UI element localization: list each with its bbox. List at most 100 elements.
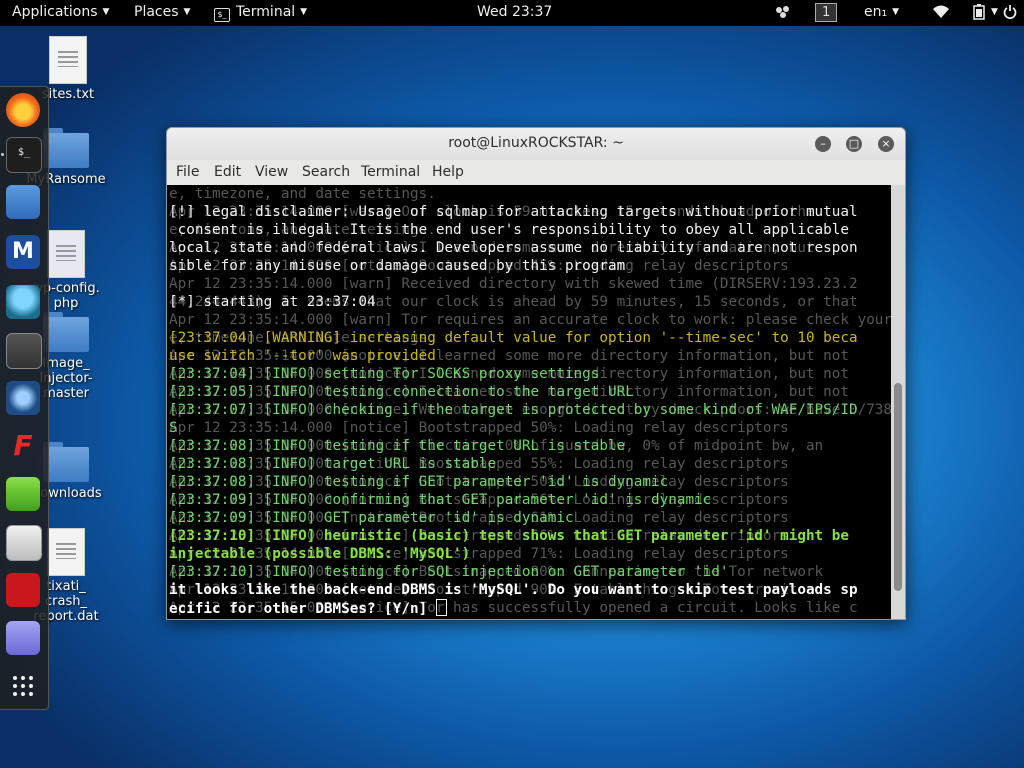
window-titlebar[interactable]: root@LinuxROCKSTAR: ~ – □ × <box>167 128 905 160</box>
folder-icon <box>43 442 89 482</box>
clock[interactable]: Wed 23:37 <box>477 4 552 20</box>
top-panel: Applications ▼ Places ▼ $_ Terminal ▼ Wed 23… <box>0 0 1024 26</box>
php-file-icon <box>47 230 85 278</box>
menu-help[interactable]: Help <box>432 164 464 180</box>
workspace-indicator[interactable]: 1 <box>815 3 838 22</box>
terminal-line: injectable (possible DBMS: 'MySQL') <box>169 545 891 563</box>
terminal-line: [23:37:10] [INFO] testing for SQL inject… <box>169 563 891 581</box>
menu-file[interactable]: File <box>176 164 199 180</box>
terminal-scrollbar[interactable] <box>891 185 905 619</box>
menu-bar: File Edit View Search Terminal Help <box>167 160 905 185</box>
terminal-line-text: S <box>169 420 178 436</box>
terminal-line: [!] legal disclaimer: Usage of sqlmap fo… <box>169 203 891 221</box>
text-file-icon <box>47 528 85 576</box>
terminal-icon[interactable]: $_ <box>6 137 42 173</box>
terminal-line-text: [23:37:09] [INFO] confirming that GET pa… <box>169 492 712 508</box>
terminal-line-text: ecific for other DBMSes? [Y/n] <box>169 601 436 617</box>
terminal-cursor <box>435 599 447 616</box>
terminal-line: use switch '--tor' was provided <box>169 347 891 365</box>
terminal-line: local, state and federal laws. Developer… <box>169 239 891 257</box>
active-app-menu[interactable]: $_ Terminal ▼ <box>214 4 307 22</box>
terminal-line-text: [23:37:07] [INFO] checking if the target… <box>169 402 858 418</box>
chevron-down-icon: ▼ <box>183 7 191 17</box>
terminal-line-text: [23:37:08] [INFO] testing if the target … <box>169 438 626 454</box>
notes-icon[interactable] <box>6 621 40 655</box>
terminal-icon: $_ <box>214 8 230 22</box>
terminal-line: consent is illegal. It is the end user's… <box>169 221 891 239</box>
terminal-line-text: [23:37:04] [WARNING] increasing default … <box>169 330 858 346</box>
text-editor-icon[interactable] <box>6 573 40 607</box>
terminal-line-text: [23:37:08] [INFO] target URL is stable <box>169 456 497 472</box>
ghost-line: Apr 12 23:35:15.000 [notice] Bootstrappe… <box>169 617 891 619</box>
chevron-down-icon: ▼ <box>892 7 900 17</box>
terminal-line-text: local, state and federal laws. Developer… <box>169 240 858 256</box>
terminal-line-text: [!] legal disclaimer: Usage of sqlmap fo… <box>169 204 858 220</box>
terminal-window: root@LinuxROCKSTAR: ~ – □ × File Edit Vi… <box>166 127 906 620</box>
power-icon[interactable] <box>1003 5 1017 23</box>
terminal-line: sible for any misuse or damage caused by… <box>169 257 891 275</box>
menu-edit[interactable]: Edit <box>214 164 241 180</box>
wifi-icon[interactable] <box>932 5 950 23</box>
applications-label: Applications <box>12 4 98 20</box>
terminal-line: S <box>169 419 891 437</box>
terminal-line: [23:37:04] [INFO] setting Tor SOCKS prox… <box>169 365 891 383</box>
cherrytree-icon[interactable] <box>6 525 42 561</box>
applications-menu[interactable]: Applications ▼ <box>12 4 109 20</box>
terminal-line: [23:37:10] [INFO] heuristic (basic) test… <box>169 527 891 545</box>
terminal-line: [23:37:08] [INFO] testing if the target … <box>169 437 891 455</box>
terminal-line-text: injectable (possible DBMS: 'MySQL') <box>169 546 471 562</box>
metasploit-icon[interactable]: M <box>6 235 40 269</box>
keyboard-layout-menu[interactable]: en₁ ▼ <box>864 4 899 20</box>
terminal-line: [23:37:08] [INFO] target URL is stable <box>169 455 891 473</box>
scrollbar-thumb[interactable] <box>894 383 902 591</box>
terminal-output[interactable]: e, timezone, and date settings. Apr 12 23… <box>167 185 891 619</box>
armitage-icon[interactable] <box>6 285 40 319</box>
places-label: Places <box>134 4 179 20</box>
terminal-line-text: [23:37:09] [INFO] GET parameter 'id' is … <box>169 510 574 526</box>
folder-icon <box>43 128 89 168</box>
dash-dock: $_ M F <box>0 86 49 710</box>
terminal-line-text: [23:37:04] [INFO] setting Tor SOCKS prox… <box>169 366 600 382</box>
chevron-down-icon: ▼ <box>991 7 998 17</box>
leafpad-icon[interactable] <box>6 477 40 511</box>
files-icon[interactable] <box>6 185 40 219</box>
text-file-icon <box>49 36 87 84</box>
terminal-line-text: [23:37:08] [INFO] testing if GET paramet… <box>169 474 669 490</box>
workspace-number: 1 <box>815 3 838 22</box>
chevron-down-icon: ▼ <box>102 7 110 17</box>
burpsuite-icon[interactable] <box>6 333 42 369</box>
menu-search[interactable]: Search <box>302 164 350 180</box>
places-menu[interactable]: Places ▼ <box>134 4 190 20</box>
terminal-line: [23:37:09] [INFO] GET parameter 'id' is … <box>169 509 891 527</box>
maltego-icon[interactable] <box>6 381 40 415</box>
terminal-line-text: it looks like the back-end DBMS is 'MySQ… <box>169 582 858 598</box>
maximize-button[interactable]: □ <box>846 136 862 152</box>
terminal-line-text: [23:37:10] [INFO] testing for SQL inject… <box>169 564 729 580</box>
terminal-line: [23:37:04] [WARNING] increasing default … <box>169 329 891 347</box>
battery-icon[interactable] <box>973 4 985 24</box>
faraday-icon[interactable]: F <box>6 429 40 463</box>
menu-view[interactable]: View <box>255 164 288 180</box>
terminal-line-text: [23:37:10] [INFO] heuristic (basic) test… <box>169 528 849 544</box>
firefox-icon[interactable] <box>6 93 40 127</box>
terminal-line: it looks like the back-end DBMS is 'MySQ… <box>169 581 891 599</box>
hexchat-icon[interactable] <box>774 5 792 23</box>
terminal-line: [23:37:07] [INFO] checking if the target… <box>169 401 891 419</box>
folder-icon <box>43 312 89 352</box>
terminal-line: [23:37:08] [INFO] testing if GET paramet… <box>169 473 891 491</box>
chevron-down-icon: ▼ <box>300 7 308 17</box>
terminal-line-text: [*] starting at 23:37:04 <box>169 294 376 310</box>
close-button[interactable]: × <box>878 136 894 152</box>
terminal-line: [23:37:05] [INFO] testing connection to … <box>169 383 891 401</box>
menu-terminal[interactable]: Terminal <box>361 164 420 180</box>
minimize-button[interactable]: – <box>815 136 831 152</box>
terminal-line-text: [23:37:05] [INFO] testing connection to … <box>169 384 634 400</box>
terminal-line: [23:37:09] [INFO] confirming that GET pa… <box>169 491 891 509</box>
terminal-line-text: use switch '--tor' was provided <box>169 348 436 364</box>
window-title: root@LinuxROCKSTAR: ~ <box>448 135 624 151</box>
system-menu[interactable]: ▼ <box>986 4 998 20</box>
terminal-line-text: sible for any misuse or damage caused by… <box>169 258 626 274</box>
show-apps-icon[interactable] <box>6 669 40 703</box>
terminal-line: ecific for other DBMSes? [Y/n] <box>169 599 891 617</box>
